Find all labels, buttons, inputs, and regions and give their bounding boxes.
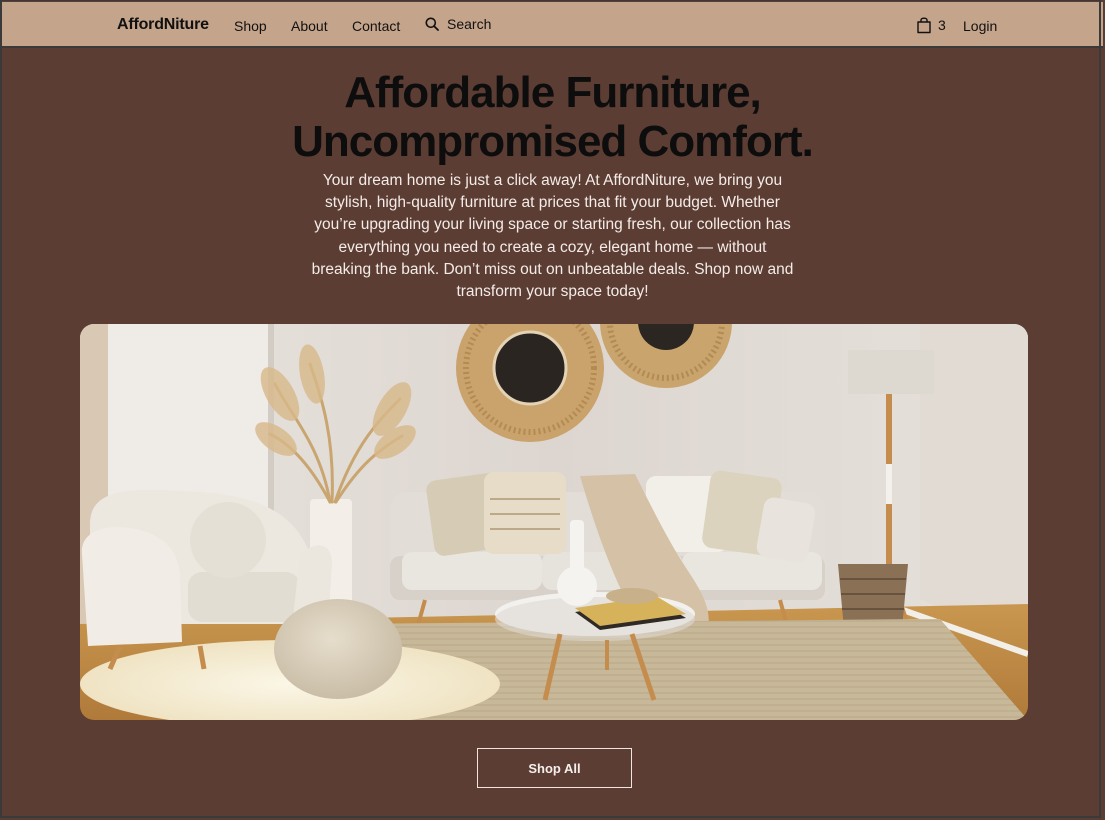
living-room-photo xyxy=(80,324,1028,720)
cart-button[interactable]: 3 xyxy=(916,16,946,34)
login-link[interactable]: Login xyxy=(963,18,997,34)
hero-title-line1: Affordable Furniture, xyxy=(344,68,762,117)
top-navbar: AffordNiture Shop About Contact Search 3… xyxy=(2,2,1103,48)
nav-link-about[interactable]: About xyxy=(291,18,328,34)
hero-description: Your dream home is just a click away! At… xyxy=(311,172,794,301)
search-icon xyxy=(425,17,439,31)
search-button[interactable]: Search xyxy=(425,16,491,32)
hero-title: Affordable Furniture, Uncompromised Comf… xyxy=(0,68,1105,166)
shopping-bag-icon xyxy=(917,17,931,34)
shop-all-button[interactable]: Shop All xyxy=(477,748,632,788)
brand-logo[interactable]: AffordNiture xyxy=(117,16,209,34)
nav-link-contact[interactable]: Contact xyxy=(352,18,400,34)
search-label: Search xyxy=(447,16,492,32)
hero-title-line2: Uncompromised Comfort. xyxy=(292,117,814,166)
living-room-illustration xyxy=(80,324,1028,720)
nav-link-shop[interactable]: Shop xyxy=(234,18,267,34)
cart-count: 3 xyxy=(938,17,946,33)
